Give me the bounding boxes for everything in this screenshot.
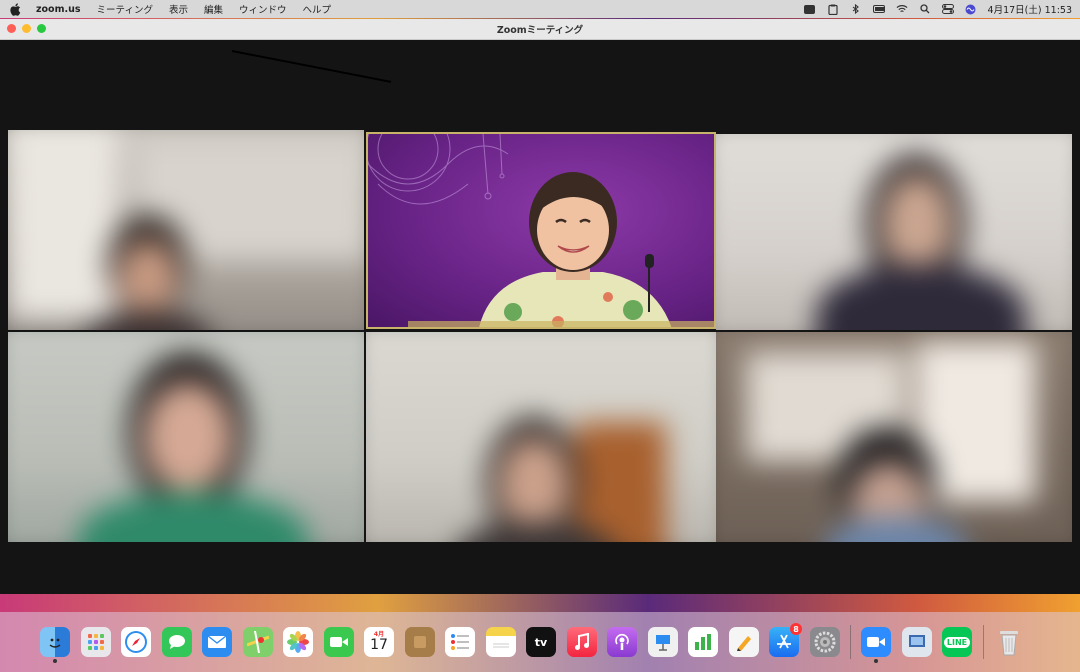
minimize-window-button[interactable] [22, 24, 31, 33]
maps-icon[interactable] [242, 627, 273, 657]
menu-window[interactable]: ウィンドウ [239, 2, 287, 16]
participant-video-tile-1[interactable] [8, 130, 364, 330]
photos-icon[interactable] [283, 627, 313, 657]
menu-meeting[interactable]: ミーティング [97, 2, 153, 16]
clipboard-icon[interactable] [827, 4, 839, 15]
search-icon[interactable] [919, 4, 931, 14]
line-app-icon[interactable]: LINE [942, 627, 972, 657]
participant-video-tile-2[interactable] [716, 134, 1072, 330]
battery-icon[interactable] [872, 4, 885, 14]
dock-separator-2 [982, 625, 984, 659]
control-center-icon[interactable] [941, 4, 954, 14]
preview-icon[interactable] [901, 627, 932, 657]
app-store-icon[interactable]: 8 [769, 623, 802, 657]
bluetooth-icon[interactable] [850, 3, 862, 14]
apple-tv-label: tv [534, 635, 548, 649]
mail-icon[interactable] [202, 627, 232, 657]
reminders-icon[interactable] [445, 627, 475, 657]
finder-icon[interactable] [40, 627, 70, 663]
keynote-icon[interactable] [647, 627, 678, 657]
handwritten-stroke [231, 50, 392, 83]
siri-icon[interactable] [965, 4, 977, 14]
facetime-icon[interactable] [323, 627, 354, 657]
dock-separator [850, 625, 851, 659]
apple-icon[interactable] [8, 2, 22, 16]
app-store-badge: 8 [790, 623, 802, 635]
speaker-person [479, 172, 672, 327]
safari-icon[interactable] [121, 627, 151, 657]
system-preferences-icon[interactable] [809, 627, 840, 657]
numbers-icon[interactable] [688, 627, 718, 657]
menu-app-name[interactable]: zoom.us [36, 4, 81, 15]
participant-video-tile-4[interactable] [366, 332, 716, 542]
menubar-clock[interactable]: 4月17日(土) 11:53 [988, 2, 1072, 16]
notes-icon[interactable] [485, 627, 516, 657]
menu-help[interactable]: ヘルプ [303, 2, 332, 16]
gallery-view [0, 40, 1080, 594]
calendar-icon[interactable]: 4月 17 [364, 627, 394, 657]
speaker-tile-edge [408, 321, 714, 327]
active-speaker-video-tile[interactable] [366, 132, 716, 329]
trash-icon[interactable] [994, 627, 1024, 657]
podcasts-icon[interactable] [607, 627, 637, 657]
calendar-day: 17 [370, 637, 388, 653]
wifi-icon[interactable] [896, 4, 908, 14]
zoom-app-icon[interactable] [861, 627, 891, 663]
music-icon[interactable] [566, 627, 597, 657]
participant-video-tile-3[interactable] [8, 332, 364, 542]
window-title: Zoomミーティング [496, 25, 584, 36]
zoom-window-button[interactable] [37, 24, 46, 33]
menu-edit[interactable]: 編集 [204, 2, 223, 16]
line-label: LINE [943, 636, 971, 648]
pages-icon[interactable] [728, 627, 759, 657]
messages-icon[interactable] [161, 627, 192, 657]
macos-dock: 4月 17 tv 8 LINE [0, 612, 1080, 672]
zoom-status-icon[interactable] [804, 4, 816, 14]
notes-brown-app-icon[interactable] [404, 627, 435, 657]
macos-menu-bar: zoom.us ミーティング 表示 編集 ウィンドウ ヘルプ 4月17日(土) … [0, 0, 1080, 18]
apple-tv-icon[interactable]: tv [526, 627, 556, 657]
launchpad-icon[interactable] [80, 627, 111, 657]
participant-video-tile-5[interactable] [716, 332, 1072, 542]
menu-view[interactable]: 表示 [169, 2, 188, 16]
close-window-button[interactable] [7, 24, 16, 33]
zoom-meeting-window: Zoomミーティング [0, 19, 1080, 594]
menubar-status-area: 4月17日(土) 11:53 [804, 2, 1072, 16]
window-controls [7, 24, 46, 33]
window-titlebar[interactable]: Zoomミーティング [0, 19, 1080, 40]
